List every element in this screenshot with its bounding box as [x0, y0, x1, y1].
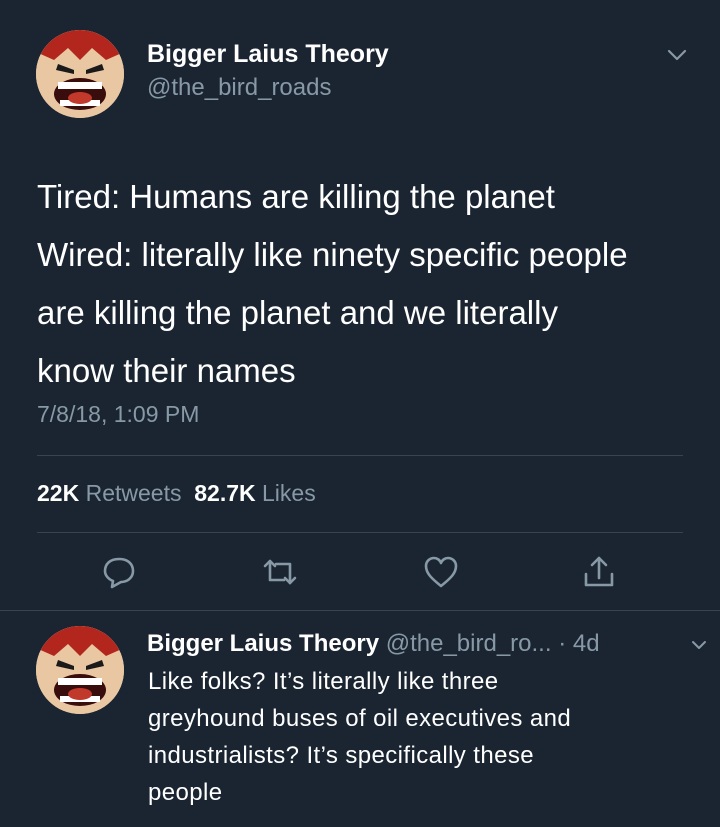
reply-age[interactable]: · 4d: [558, 630, 599, 657]
tweet-stats: 22K Retweets 82.7K Likes: [37, 480, 316, 507]
retweets-label[interactable]: Retweets: [86, 480, 182, 506]
reply-text-line: industrialists? It’s specifically these: [148, 742, 534, 769]
reply-icon[interactable]: [99, 552, 139, 592]
chevron-down-icon[interactable]: [689, 638, 709, 652]
tweet-text-line: Wired: literally like ninety specific pe…: [37, 236, 628, 273]
divider: [37, 455, 683, 456]
reply-text: Like folks? It’s literally like three gr…: [148, 663, 708, 811]
reply-author-avatar[interactable]: [36, 626, 124, 714]
reply-text-line: people: [148, 779, 223, 806]
divider: [0, 610, 720, 611]
reply-header: Bigger Laius Theory @the_bird_ro... · 4d: [147, 630, 600, 658]
author-handle[interactable]: @the_bird_roads: [147, 74, 331, 102]
likes-label[interactable]: Likes: [262, 480, 316, 506]
retweet-icon[interactable]: [260, 552, 300, 592]
tweet-text-line: Tired: Humans are killing the planet: [37, 178, 555, 215]
author-name[interactable]: Bigger Laius Theory: [147, 40, 389, 69]
like-icon[interactable]: [421, 552, 461, 592]
retweets-count[interactable]: 22K: [37, 480, 79, 506]
reply-text-line: Like folks? It’s literally like three: [148, 668, 499, 695]
tweet-text-line: are killing the planet and we literally: [37, 294, 558, 331]
author-avatar[interactable]: [36, 30, 124, 118]
chevron-down-icon[interactable]: [664, 46, 690, 64]
tweet-text: Tired: Humans are killing the planet Wir…: [37, 168, 697, 400]
share-icon[interactable]: [579, 552, 619, 592]
reply-author-name[interactable]: Bigger Laius Theory: [147, 630, 379, 657]
tweet-text-line: know their names: [37, 352, 296, 389]
divider: [37, 532, 683, 533]
likes-count[interactable]: 82.7K: [194, 480, 255, 506]
reply-author-handle[interactable]: @the_bird_ro...: [386, 630, 552, 657]
tweet-timestamp[interactable]: 7/8/18, 1:09 PM: [37, 401, 199, 428]
reply-text-line: greyhound buses of oil executives and: [148, 705, 572, 732]
